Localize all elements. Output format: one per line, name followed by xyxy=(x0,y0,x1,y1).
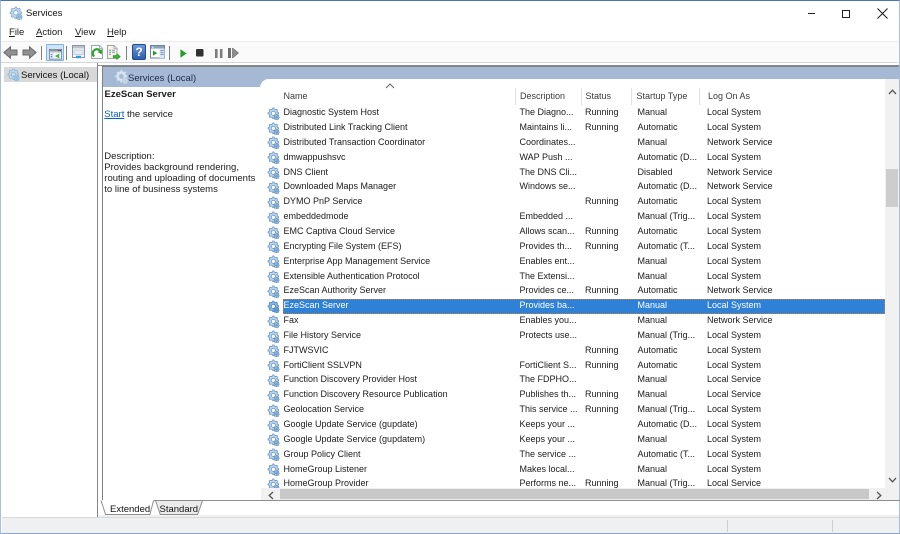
svg-text:?: ? xyxy=(135,45,142,59)
svg-text:Extended: Extended xyxy=(110,504,150,515)
svg-text:Standard: Standard xyxy=(160,504,199,515)
